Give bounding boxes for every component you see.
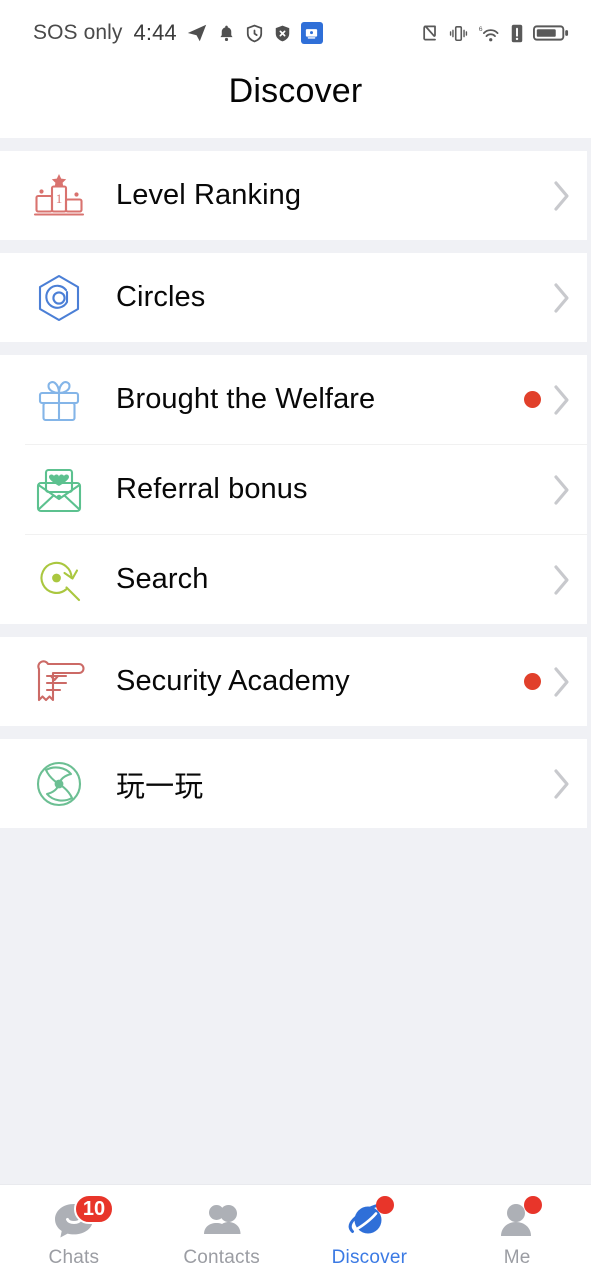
list-group: Brought the Welfare Referral bonus Search <box>0 355 591 624</box>
status-bar-left: SOS only 4:44 <box>33 20 323 46</box>
section-gap <box>0 726 591 739</box>
status-bar-right: 6 <box>420 23 569 44</box>
person-avatar-icon-wrap <box>491 1196 543 1244</box>
list-item-accessory <box>552 179 572 213</box>
scroll-document-icon <box>28 656 90 708</box>
tab-chats-label: Chats <box>48 1247 100 1268</box>
list-group: Security Academy <box>0 637 591 726</box>
planet-discover-icon-wrap <box>343 1196 395 1244</box>
contacts-people-icon-wrap <box>196 1196 248 1244</box>
nfc-icon <box>423 25 436 41</box>
chevron-right-icon <box>552 767 572 801</box>
chevron-right-icon <box>552 179 572 213</box>
list-item[interactable]: Search <box>0 535 591 624</box>
envelope-heart-icon <box>28 464 90 516</box>
wifi-6-icon: 6 <box>479 25 499 41</box>
list-group: 1 Level Ranking <box>0 151 591 240</box>
list-item-label: Brought the Welfare <box>116 383 376 415</box>
telegram-icon <box>187 24 206 42</box>
list-item-label: 玩一玩 <box>116 770 204 803</box>
tab-discover-label: Discover <box>331 1247 408 1268</box>
alert-icon <box>511 24 523 42</box>
section-gap <box>0 342 591 355</box>
tab-contacts[interactable]: Contacts <box>148 1185 296 1280</box>
podium-rank-icon: 1 <box>28 170 90 222</box>
list-item-accessory <box>524 383 572 417</box>
tab-me[interactable]: Me <box>443 1185 591 1280</box>
chevron-right-icon <box>552 281 572 315</box>
carrier-label: SOS only <box>33 21 123 44</box>
shield-x-icon <box>275 25 289 41</box>
title-bar: Discover <box>0 66 591 138</box>
status-badge <box>524 673 541 690</box>
battery-icon <box>533 25 569 41</box>
hexagon-camera-icon <box>28 272 90 324</box>
list-group: 玩一玩 <box>0 739 591 828</box>
list-item-accessory <box>524 665 572 699</box>
chevron-right-icon <box>552 473 572 507</box>
tab-contacts-label: Contacts <box>183 1247 260 1268</box>
svg-text:1: 1 <box>56 191 63 206</box>
list-item-label: Referral bonus <box>116 473 308 505</box>
tab-chats[interactable]: 10 Chats <box>0 1185 148 1280</box>
me-badge-dot <box>524 1196 543 1214</box>
list-item-label: Search <box>116 563 209 595</box>
chevron-right-icon <box>552 563 572 597</box>
vibrate-icon <box>449 25 468 41</box>
bottom-tab-bar[interactable]: 10 Chats Contacts Discover Me <box>0 1184 591 1280</box>
chevron-right-icon <box>552 383 572 417</box>
pinwheel-game-icon <box>28 758 90 810</box>
section-gap <box>0 138 591 151</box>
list-item[interactable]: Security Academy <box>0 637 591 726</box>
chats-badge: 10 <box>73 1194 115 1224</box>
list-item-accessory <box>552 563 572 597</box>
svg-text:6: 6 <box>479 25 483 32</box>
chevron-right-icon <box>552 665 572 699</box>
list-item-label: Level Ranking <box>116 179 302 211</box>
contacts-people-icon <box>203 1205 241 1234</box>
clock-label: 4:44 <box>133 20 177 45</box>
scroll-rail[interactable] <box>587 138 591 1184</box>
list-item-accessory <box>552 281 572 315</box>
search-refresh-icon <box>28 554 90 606</box>
discover-screen: SOS only 4:44 6 Discover 1 Level Ranking… <box>0 0 591 1280</box>
shield-clock-icon <box>246 24 262 42</box>
tab-me-label: Me <box>503 1247 531 1268</box>
tab-discover[interactable]: Discover <box>296 1185 444 1280</box>
list-item[interactable]: 玩一玩 <box>0 739 591 828</box>
bell-icon <box>220 25 233 41</box>
app-icon <box>300 22 323 44</box>
status-badge <box>524 391 541 408</box>
section-gap <box>0 240 591 253</box>
gift-box-icon <box>28 374 90 426</box>
list-item[interactable]: Brought the Welfare <box>0 355 591 444</box>
status-bar: SOS only 4:44 6 <box>0 0 591 66</box>
list-item-label: Circles <box>116 281 206 313</box>
page-title: Discover <box>228 72 363 110</box>
chat-bubble-icon-wrap: 10 <box>48 1194 115 1244</box>
list-item-accessory <box>552 767 572 801</box>
list-item-label: Security Academy <box>116 665 350 697</box>
list-group: Circles <box>0 253 591 342</box>
list-item[interactable]: Circles <box>0 253 591 342</box>
list-item[interactable]: 1 Level Ranking <box>0 151 591 240</box>
discover-list[interactable]: 1 Level Ranking Circles Brought the Welfare… <box>0 138 591 1184</box>
list-item-accessory <box>552 473 572 507</box>
section-gap <box>0 624 591 637</box>
list-item[interactable]: Referral bonus <box>0 445 591 534</box>
